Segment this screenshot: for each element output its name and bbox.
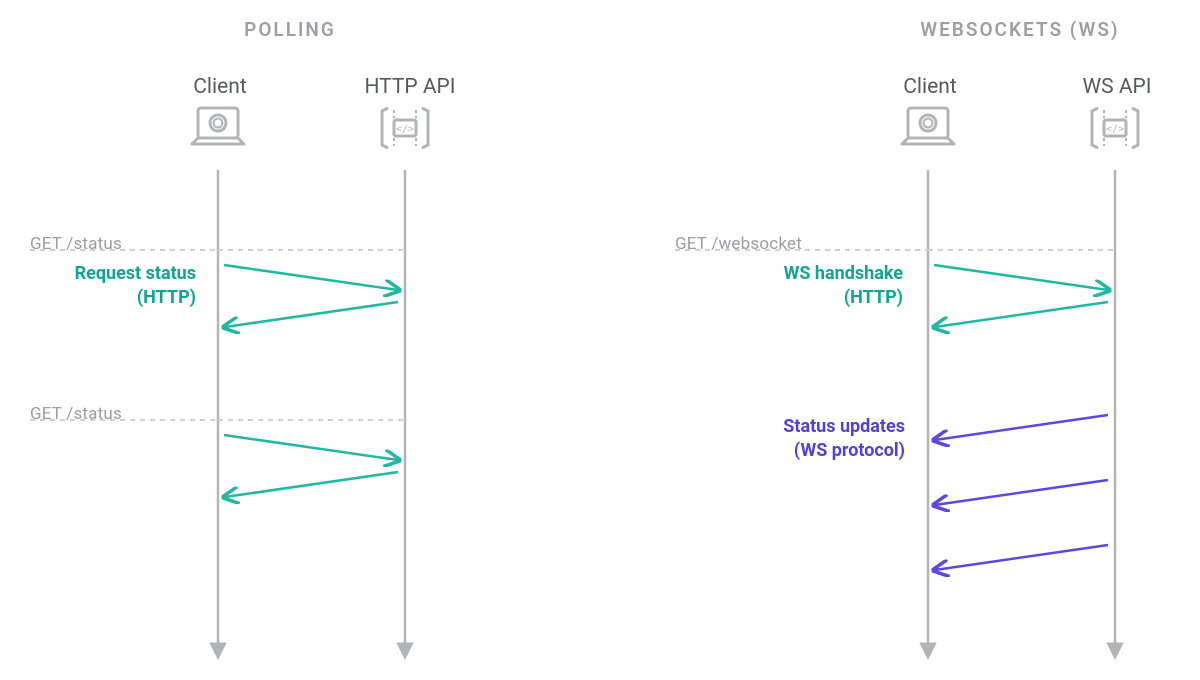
- msg-line2: (WS protocol): [715, 439, 905, 463]
- msg-line1: WS handshake: [784, 263, 903, 284]
- route-get-status-1: GET /status: [30, 234, 150, 254]
- msg-status-updates: Status updates (WS protocol): [715, 415, 905, 464]
- msg-line1: Request status: [75, 263, 196, 284]
- svg-text:</>: </>: [1106, 124, 1124, 135]
- route-get-websocket: GET /websocket: [675, 234, 855, 254]
- svg-text:</>: </>: [396, 124, 414, 135]
- client-icon: [902, 108, 954, 144]
- api-icon: </>: [382, 108, 428, 148]
- diagram-svg: </> </>: [0, 0, 1200, 680]
- msg-ws-handshake: WS handshake (HTTP): [735, 262, 903, 311]
- actor-api-left: HTTP API: [355, 75, 465, 99]
- api-icon: </>: [1092, 108, 1138, 148]
- msg-request-status: Request status (HTTP): [28, 262, 196, 311]
- actor-client-left: Client: [180, 75, 260, 99]
- msg-line1: Status updates: [783, 416, 905, 437]
- section-title-websockets: WEBSOCKETS (WS): [890, 18, 1150, 41]
- section-title-polling: POLLING: [230, 18, 350, 41]
- client-icon: [192, 108, 244, 144]
- actor-client-right: Client: [890, 75, 970, 99]
- actor-api-right: WS API: [1072, 75, 1162, 99]
- diagram-root: </> </> POLLING WEBSOCKETS (: [0, 0, 1200, 680]
- route-get-status-2: GET /status: [30, 404, 150, 424]
- msg-line2: (HTTP): [28, 286, 196, 310]
- msg-line2: (HTTP): [735, 286, 903, 310]
